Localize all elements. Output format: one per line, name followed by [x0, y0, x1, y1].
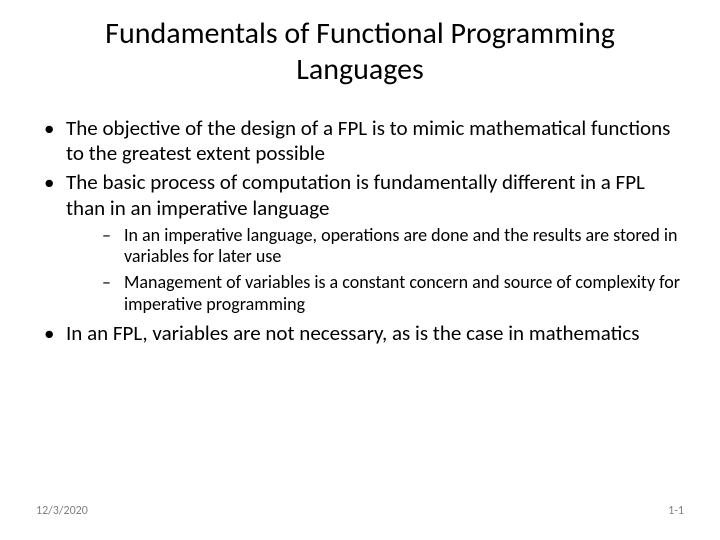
bullet-list: The objective of the design of a FPL is …	[36, 116, 684, 346]
sub-bullet-text: In an imperative language, operations ar…	[124, 224, 677, 268]
footer-page: 1-1	[668, 504, 684, 518]
bullet-text: The objective of the design of a FPL is …	[66, 115, 670, 166]
bullet-item: The basic process of computation is fund…	[36, 170, 684, 315]
footer-date: 12/3/2020	[36, 504, 88, 518]
sub-bullet-text: Management of variables is a constant co…	[124, 271, 680, 315]
slide-title: Fundamentals of Functional Programming L…	[36, 16, 684, 88]
bullet-item: In an FPL, variables are not necessary, …	[36, 321, 684, 346]
slide-footer: 12/3/2020 1-1	[36, 504, 684, 518]
sub-bullet-item: Management of variables is a constant co…	[66, 272, 684, 315]
bullet-text: In an FPL, variables are not necessary, …	[66, 320, 639, 346]
sub-bullet-list: In an imperative language, operations ar…	[66, 225, 684, 315]
bullet-text: The basic process of computation is fund…	[66, 169, 645, 220]
bullet-item: The objective of the design of a FPL is …	[36, 116, 684, 166]
sub-bullet-item: In an imperative language, operations ar…	[66, 225, 684, 268]
slide: Fundamentals of Functional Programming L…	[0, 0, 720, 540]
